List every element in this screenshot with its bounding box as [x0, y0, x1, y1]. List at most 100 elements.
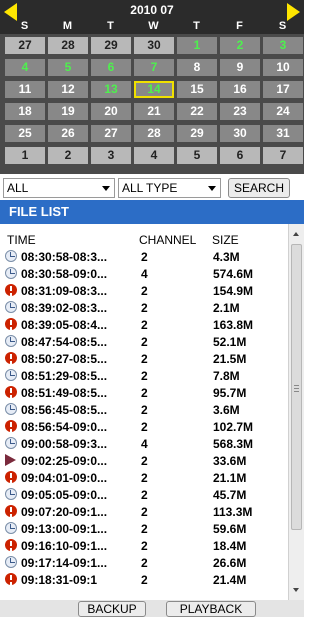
file-row[interactable]: 08:31:09-08:3... 2 154.9M: [0, 283, 288, 300]
file-row[interactable]: 08:56:45-08:5... 2 3.6M: [0, 402, 288, 419]
weekday-label: S: [20, 20, 29, 32]
file-row[interactable]: 08:56:54-09:0... 2 102.7M: [0, 419, 288, 436]
calendar-day[interactable]: 1: [177, 37, 217, 54]
clock-icon: [5, 437, 17, 449]
calendar-day[interactable]: 4: [134, 147, 174, 164]
calendar-day[interactable]: 5: [177, 147, 217, 164]
calendar-day[interactable]: 2: [48, 147, 88, 164]
file-row[interactable]: 09:16:10-09:1... 2 18.4M: [0, 538, 288, 555]
scroll-up-arrow-icon[interactable]: [293, 232, 299, 236]
calendar-day[interactable]: 26: [48, 125, 88, 142]
file-time: 08:47:54-08:5...: [21, 335, 108, 349]
alert-icon: [5, 352, 17, 364]
calendar-day[interactable]: 7: [134, 59, 174, 76]
calendar-day[interactable]: 22: [177, 103, 217, 120]
file-channel: 2: [141, 573, 148, 587]
alert-icon: [5, 505, 17, 517]
calendar-day[interactable]: 3: [91, 147, 131, 164]
clock-icon: [5, 250, 17, 262]
alert-icon: [5, 471, 17, 483]
clock-icon: [5, 369, 17, 381]
column-time[interactable]: TIME: [7, 233, 36, 247]
file-time: 08:39:02-08:3...: [21, 301, 108, 315]
search-button[interactable]: SEARCH: [228, 178, 290, 198]
channel-select[interactable]: ALL: [3, 178, 115, 198]
filter-bar: ALL ALL TYPE SEARCH: [0, 178, 304, 200]
file-channel: 2: [141, 522, 148, 536]
calendar-day[interactable]: 16: [220, 81, 260, 98]
calendar-day[interactable]: 31: [263, 125, 303, 142]
file-row[interactable]: 08:30:58-08:3... 2 4.3M: [0, 249, 288, 266]
weekday-label: W: [148, 20, 159, 32]
next-month-arrow-icon[interactable]: [287, 3, 300, 21]
scrollbar-thumb[interactable]: [291, 244, 302, 530]
calendar-day[interactable]: 10: [263, 59, 303, 76]
thumb-grip: [294, 391, 299, 392]
calendar-day[interactable]: 30: [134, 37, 174, 54]
scroll-down-arrow-icon[interactable]: [293, 588, 299, 592]
file-row[interactable]: 08:47:54-08:5... 2 52.1M: [0, 334, 288, 351]
calendar-day[interactable]: 12: [48, 81, 88, 98]
calendar-day[interactable]: 2: [220, 37, 260, 54]
calendar-day[interactable]: 5: [48, 59, 88, 76]
calendar-day[interactable]: 7: [263, 147, 303, 164]
calendar-day[interactable]: 28: [48, 37, 88, 54]
calendar-day[interactable]: 11: [5, 81, 45, 98]
file-row[interactable]: 09:00:58-09:3... 4 568.3M: [0, 436, 288, 453]
playback-button[interactable]: PLAYBACK: [166, 601, 256, 617]
calendar-day[interactable]: 25: [5, 125, 45, 142]
type-select[interactable]: ALL TYPE: [118, 178, 221, 198]
calendar-day[interactable]: 30: [220, 125, 260, 142]
file-row[interactable]: 09:05:05-09:0... 2 45.7M: [0, 487, 288, 504]
calendar-day[interactable]: 6: [220, 147, 260, 164]
calendar-day[interactable]: 27: [5, 37, 45, 54]
calendar-day[interactable]: 13: [91, 81, 131, 98]
file-row[interactable]: 08:51:49-08:5... 2 95.7M: [0, 385, 288, 402]
calendar-day[interactable]: 1: [5, 147, 45, 164]
file-row[interactable]: 08:39:02-08:3... 2 2.1M: [0, 300, 288, 317]
calendar-day[interactable]: 20: [91, 103, 131, 120]
file-channel: 2: [141, 318, 148, 332]
calendar-day[interactable]: 18: [5, 103, 45, 120]
calendar-day[interactable]: 4: [5, 59, 45, 76]
backup-button[interactable]: BACKUP: [78, 601, 146, 617]
file-row[interactable]: 09:18:31-09:1 2 21.4M: [0, 572, 288, 589]
file-row[interactable]: 08:30:58-09:0... 4 574.6M: [0, 266, 288, 283]
alert-icon: [5, 318, 17, 330]
file-time: 08:56:45-08:5...: [21, 403, 108, 417]
calendar: 2010 07 SMTWTFS 27 28 29 30 1 2 3 4 5 6 7 8 9 10 11 12 1…: [0, 0, 304, 174]
calendar-day[interactable]: 24: [263, 103, 303, 120]
calendar-day[interactable]: 3: [263, 37, 303, 54]
file-size: 33.6M: [213, 454, 247, 468]
file-row[interactable]: 09:17:14-09:1... 2 26.6M: [0, 555, 288, 572]
calendar-day[interactable]: 28: [134, 125, 174, 142]
file-time: 09:04:01-09:0...: [21, 471, 108, 485]
file-row[interactable]: 08:51:29-08:5... 2 7.8M: [0, 368, 288, 385]
calendar-day[interactable]: 19: [48, 103, 88, 120]
calendar-day[interactable]: 17: [263, 81, 303, 98]
file-channel: 2: [141, 488, 148, 502]
column-size[interactable]: SIZE: [212, 233, 239, 247]
file-row[interactable]: 09:04:01-09:0... 2 21.1M: [0, 470, 288, 487]
file-row[interactable]: 08:39:05-08:4... 2 163.8M: [0, 317, 288, 334]
calendar-day[interactable]: 23: [220, 103, 260, 120]
calendar-day[interactable]: 8: [177, 59, 217, 76]
file-row[interactable]: 08:50:27-08:5... 2 21.5M: [0, 351, 288, 368]
calendar-day[interactable]: 29: [91, 37, 131, 54]
type-select-value: ALL TYPE: [122, 181, 178, 195]
file-row[interactable]: 09:13:00-09:1... 2 59.6M: [0, 521, 288, 538]
calendar-day[interactable]: 9: [220, 59, 260, 76]
calendar-day[interactable]: 6: [91, 59, 131, 76]
file-row[interactable]: 09:07:20-09:1... 2 113.3M: [0, 504, 288, 521]
column-channel[interactable]: CHANNEL: [139, 233, 196, 247]
calendar-day[interactable]: 21: [134, 103, 174, 120]
vertical-scrollbar[interactable]: [288, 224, 304, 600]
clock-icon: [5, 488, 17, 500]
file-row[interactable]: 09:02:25-09:0... 2 33.6M: [0, 453, 288, 470]
file-time: 09:00:58-09:3...: [21, 437, 108, 451]
file-time: 08:50:27-08:5...: [21, 352, 108, 366]
calendar-day-selected[interactable]: 14: [134, 81, 174, 98]
calendar-day[interactable]: 15: [177, 81, 217, 98]
calendar-day[interactable]: 29: [177, 125, 217, 142]
calendar-day[interactable]: 27: [91, 125, 131, 142]
